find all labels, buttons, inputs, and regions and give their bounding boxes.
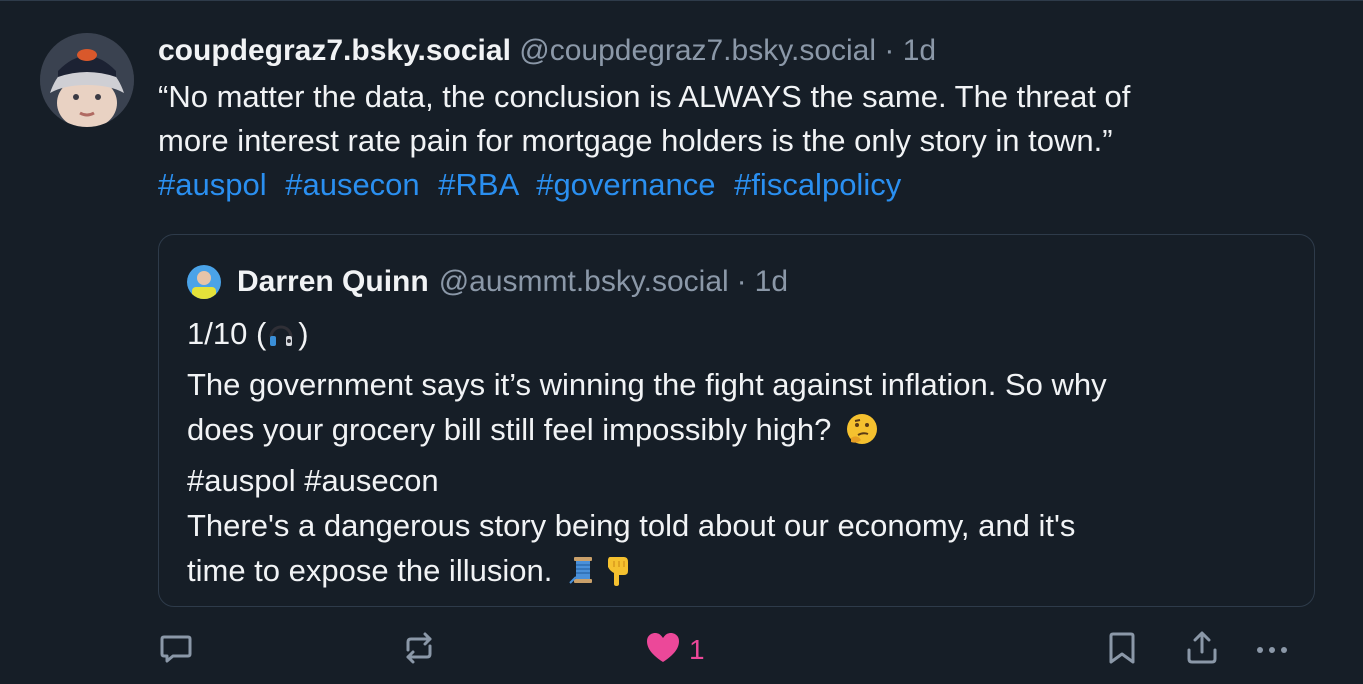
post-hashtags: #auspol #ausecon #RBA #governance #fisca…	[158, 163, 1323, 207]
repost-icon	[400, 630, 438, 671]
quoted-post-timestamp[interactable]: 1d	[755, 259, 788, 305]
more-options-button[interactable]	[1252, 627, 1292, 673]
hashtag-link[interactable]: #RBA	[438, 167, 517, 202]
heart-icon	[645, 631, 681, 670]
quoted-text-line: #auspol #ausecon	[187, 463, 439, 498]
post-text-line: more interest rate pain for mortgage hol…	[158, 123, 1113, 158]
quoted-text-line: 1/10 ( )	[187, 311, 1286, 362]
thread-counter-end: )	[298, 316, 309, 351]
headphones-emoji-icon	[266, 317, 296, 362]
quoted-post[interactable]: Darren Quinn @ausmmt.bsky.social · 1d 1/…	[158, 234, 1315, 607]
author-handle[interactable]: @coupdegraz7.bsky.social	[519, 34, 876, 67]
post-card[interactable]: coupdegraz7.bsky.social @coupdegraz7.bsk…	[0, 0, 1363, 684]
thread-spool-emoji-icon	[566, 553, 600, 599]
thread-counter: 1/10 (	[187, 316, 267, 351]
quoted-text-line: does your grocery bill still feel imposs…	[187, 407, 1286, 458]
meta-separator: ·	[736, 265, 747, 298]
pointing-down-emoji-icon	[602, 553, 632, 599]
author-name[interactable]: coupdegraz7.bsky.social	[158, 34, 511, 67]
quoted-author-avatar[interactable]	[187, 265, 221, 299]
like-button[interactable]: 1	[645, 627, 705, 673]
quoted-author-handle[interactable]: @ausmmt.bsky.social	[439, 259, 729, 305]
quoted-text-line: There's a dangerous story being told abo…	[187, 508, 1076, 543]
more-icon	[1252, 630, 1292, 671]
share-icon	[1184, 630, 1220, 671]
meta-separator: ·	[884, 34, 895, 67]
share-button[interactable]	[1184, 627, 1220, 673]
repost-button[interactable]	[400, 627, 438, 673]
author-avatar[interactable]	[40, 33, 134, 127]
reply-icon	[158, 630, 194, 671]
post-actions-bar: 1	[158, 627, 1323, 673]
reply-button[interactable]	[158, 627, 194, 673]
quoted-author-name[interactable]: Darren Quinn	[237, 259, 429, 305]
hashtag-link[interactable]: #ausecon	[285, 167, 419, 202]
hashtag-link[interactable]: #governance	[536, 167, 715, 202]
post-timestamp[interactable]: 1d	[903, 34, 936, 67]
quoted-text-segment: time to expose the illusion.	[187, 553, 553, 588]
quoted-text-line: The government says it’s winning the fig…	[187, 367, 1107, 402]
quoted-post-meta: Darren Quinn @ausmmt.bsky.social · 1d	[187, 259, 1286, 305]
hashtag-link[interactable]: #auspol	[158, 167, 267, 202]
quoted-text-line: time to expose the illusion.	[187, 548, 1286, 599]
post-text: “No matter the data, the conclusion is A…	[158, 75, 1323, 207]
post-text-line: “No matter the data, the conclusion is A…	[158, 79, 1131, 114]
bookmark-icon	[1106, 630, 1138, 671]
thinking-face-emoji-icon	[845, 412, 879, 458]
post-meta: coupdegraz7.bsky.social @coupdegraz7.bsk…	[158, 27, 1323, 75]
post-body: coupdegraz7.bsky.social @coupdegraz7.bsk…	[158, 27, 1323, 207]
hashtag-link[interactable]: #fiscalpolicy	[734, 167, 901, 202]
bookmark-button[interactable]	[1106, 627, 1138, 673]
quoted-text-segment: does your grocery bill still feel imposs…	[187, 412, 832, 447]
like-count: 1	[689, 634, 705, 665]
